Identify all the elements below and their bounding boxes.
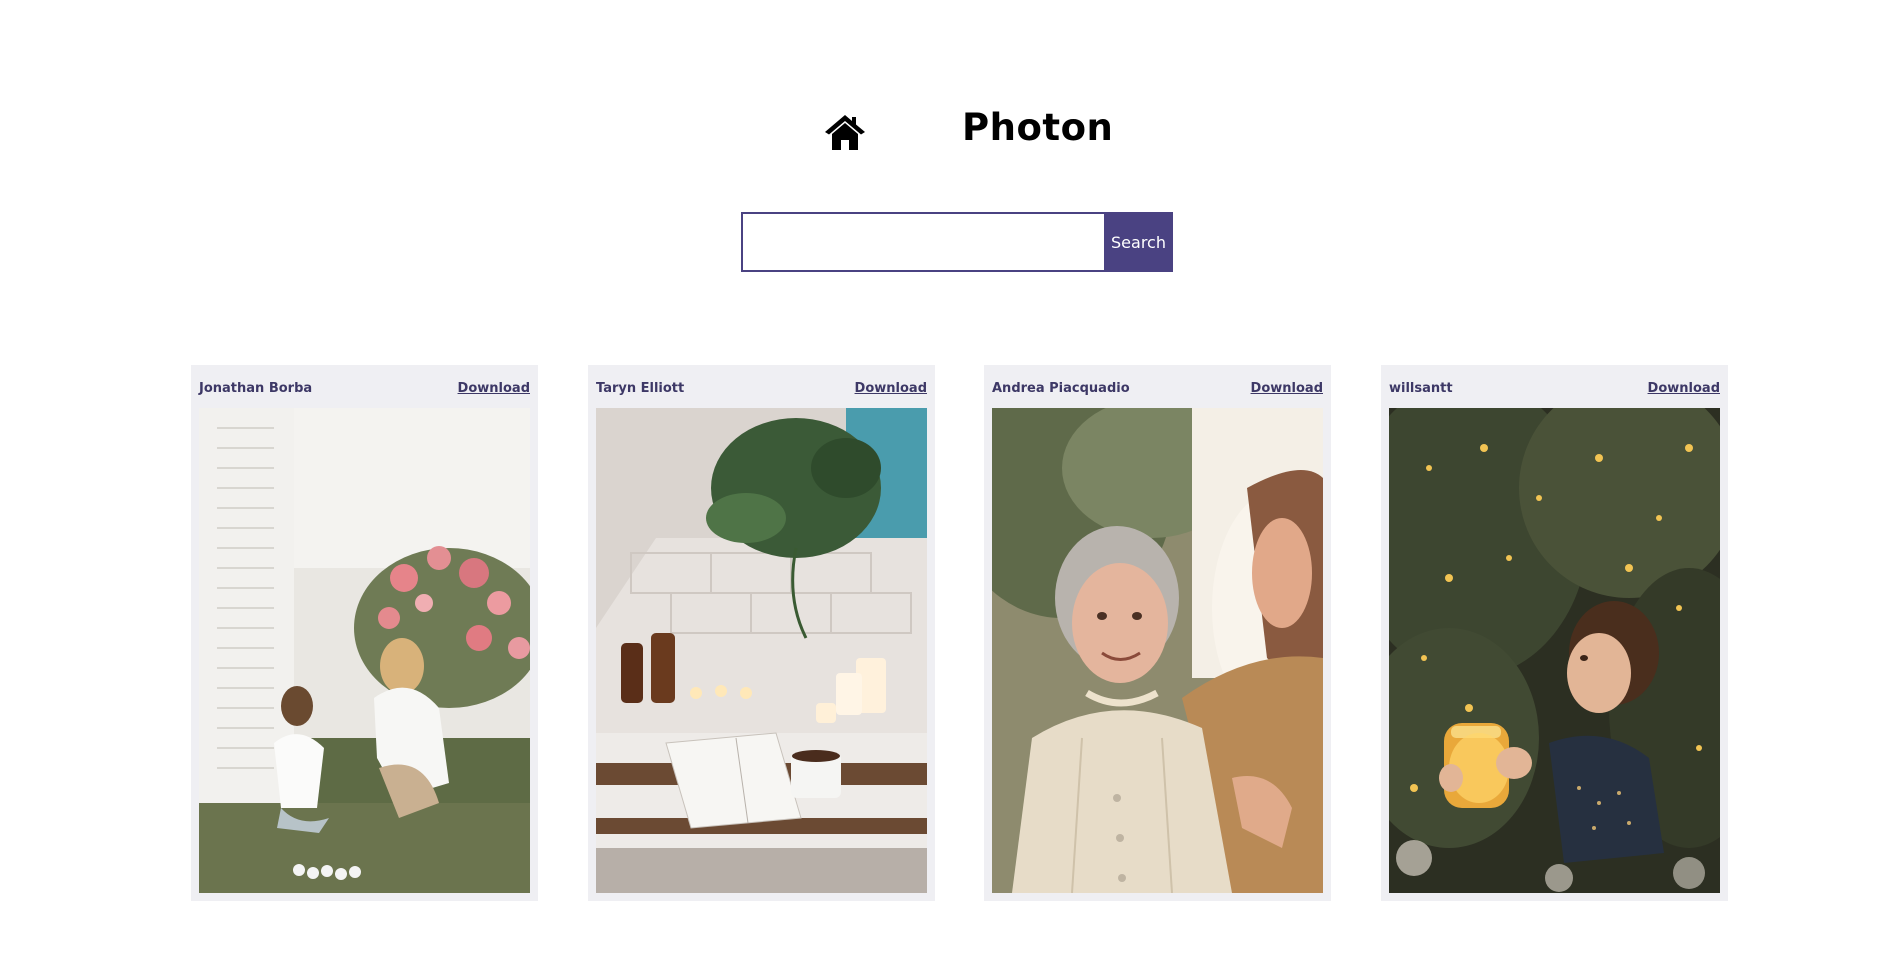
photo-card-header: willsantt Download: [1389, 377, 1720, 399]
home-icon[interactable]: [823, 112, 867, 152]
header: Photon: [0, 98, 1900, 168]
photo-card-header: Andrea Piacquadio Download: [992, 377, 1323, 399]
photo-author: Jonathan Borba: [199, 380, 313, 396]
site-title: Photon: [962, 106, 1114, 149]
search-form: Search: [741, 212, 1173, 272]
photo-image[interactable]: [992, 408, 1323, 893]
photo-author: Andrea Piacquadio: [992, 380, 1130, 396]
search-input[interactable]: [741, 212, 1104, 272]
photo-author: willsantt: [1389, 380, 1453, 396]
photo-image[interactable]: [1389, 408, 1720, 893]
download-link[interactable]: Download: [1251, 381, 1323, 396]
photo-card: Andrea Piacquadio Download: [984, 365, 1331, 901]
photo-card-header: Jonathan Borba Download: [199, 377, 530, 399]
download-link[interactable]: Download: [458, 381, 530, 396]
download-link[interactable]: Download: [855, 381, 927, 396]
photo-image[interactable]: [199, 408, 530, 893]
photo-card: Jonathan Borba Download: [191, 365, 538, 901]
photo-card-header: Taryn Elliott Download: [596, 377, 927, 399]
search-button[interactable]: Search: [1104, 212, 1173, 272]
photo-card: willsantt Download: [1381, 365, 1728, 901]
photo-image[interactable]: [596, 408, 927, 893]
photo-author: Taryn Elliott: [596, 380, 685, 396]
photo-card: Taryn Elliott Download: [588, 365, 935, 901]
download-link[interactable]: Download: [1648, 381, 1720, 396]
photo-gallery: Jonathan Borba Download Taryn Elliott Do…: [191, 365, 1731, 901]
